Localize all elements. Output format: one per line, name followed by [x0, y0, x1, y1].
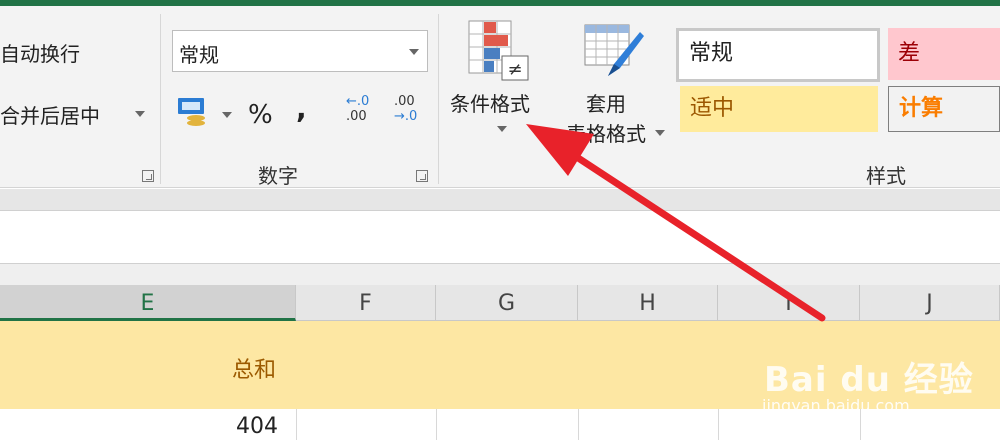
baidu-watermark-url: jingyan.baidu.com: [762, 396, 910, 415]
baidu-watermark: Bai du 经验: [764, 360, 974, 400]
